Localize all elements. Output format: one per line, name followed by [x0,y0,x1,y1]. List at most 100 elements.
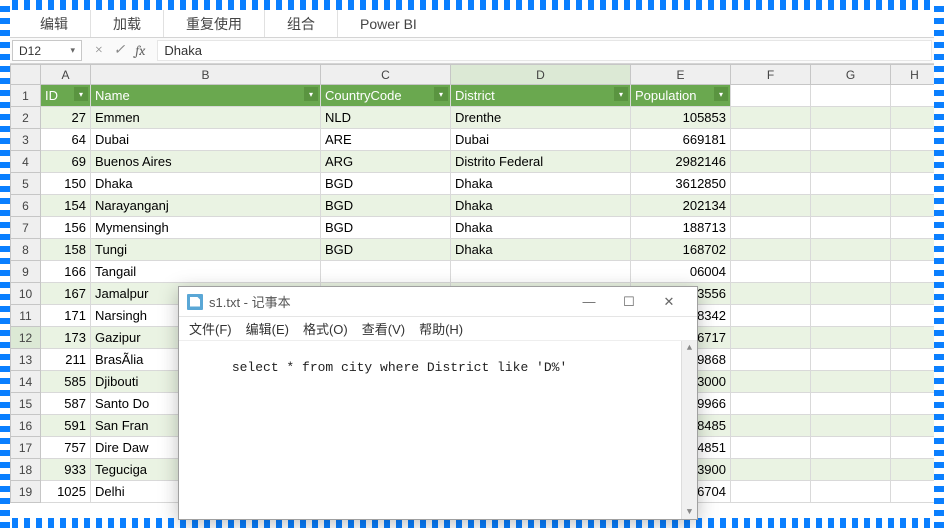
notepad-menu-4[interactable]: 帮助(H) [419,319,463,338]
cell-F8[interactable] [731,239,811,261]
row-header-19[interactable]: 19 [11,481,41,503]
row-header-5[interactable]: 5 [11,173,41,195]
cell-F3[interactable] [731,129,811,151]
cell-C2[interactable]: NLD [321,107,451,129]
cell-A2[interactable]: 27 [41,107,91,129]
cell-A12[interactable]: 173 [41,327,91,349]
cell-E2[interactable]: 105853 [631,107,731,129]
name-box-dropdown-icon[interactable]: ▾ [70,45,75,56]
cell-A3[interactable]: 64 [41,129,91,151]
formula-input[interactable] [157,40,932,61]
cell-H8[interactable] [891,239,935,261]
row-header-14[interactable]: 14 [11,371,41,393]
ribbon-group-1[interactable]: 加载 [91,10,164,37]
cell-H13[interactable] [891,349,935,371]
cell-F17[interactable] [731,437,811,459]
col-header-F[interactable]: F [731,65,811,85]
cell-G19[interactable] [811,481,891,503]
cell-H10[interactable] [891,283,935,305]
cell-H3[interactable] [891,129,935,151]
header-cell-G[interactable] [811,85,891,107]
cell-H9[interactable] [891,261,935,283]
cell-A17[interactable]: 757 [41,437,91,459]
filter-button-A[interactable]: ▾ [74,87,88,101]
filter-button-E[interactable]: ▾ [714,87,728,101]
fx-icon[interactable]: fx [135,42,145,59]
cell-F13[interactable] [731,349,811,371]
header-cell-A[interactable]: ID▾ [41,85,91,107]
notepad-menu-2[interactable]: 格式(O) [303,319,348,338]
cell-D2[interactable]: Drenthe [451,107,631,129]
row-header-12[interactable]: 12 [11,327,41,349]
maximize-button[interactable]: ☐ [609,288,649,316]
cell-H5[interactable] [891,173,935,195]
cell-A16[interactable]: 591 [41,415,91,437]
col-header-G[interactable]: G [811,65,891,85]
cell-F9[interactable] [731,261,811,283]
cell-B5[interactable]: Dhaka [91,173,321,195]
name-box[interactable]: D12 ▾ [12,40,82,61]
notepad-menu-1[interactable]: 编辑(E) [246,319,289,338]
header-cell-B[interactable]: Name▾ [91,85,321,107]
cell-F18[interactable] [731,459,811,481]
cell-A11[interactable]: 171 [41,305,91,327]
cell-G6[interactable] [811,195,891,217]
cell-G14[interactable] [811,371,891,393]
cell-F6[interactable] [731,195,811,217]
notepad-titlebar[interactable]: s1.txt - 记事本 — ☐ ✕ [179,287,697,317]
cell-G9[interactable] [811,261,891,283]
cell-F4[interactable] [731,151,811,173]
cell-H4[interactable] [891,151,935,173]
cell-B8[interactable]: Tungi [91,239,321,261]
cell-G3[interactable] [811,129,891,151]
select-all-corner[interactable] [11,65,41,85]
accept-formula-icon[interactable]: ✓ [113,42,125,59]
cell-D3[interactable]: Dubai [451,129,631,151]
col-header-D[interactable]: D [451,65,631,85]
cell-A18[interactable]: 933 [41,459,91,481]
filter-button-B[interactable]: ▾ [304,87,318,101]
header-cell-F[interactable] [731,85,811,107]
row-header-9[interactable]: 9 [11,261,41,283]
cell-G8[interactable] [811,239,891,261]
cell-D7[interactable]: Dhaka [451,217,631,239]
cell-G5[interactable] [811,173,891,195]
notepad-menu-0[interactable]: 文件(F) [189,319,232,338]
cell-G18[interactable] [811,459,891,481]
row-header-4[interactable]: 4 [11,151,41,173]
cell-H19[interactable] [891,481,935,503]
cell-A13[interactable]: 211 [41,349,91,371]
header-cell-H[interactable] [891,85,935,107]
cancel-formula-icon[interactable]: × [94,43,103,59]
cell-G11[interactable] [811,305,891,327]
col-header-A[interactable]: A [41,65,91,85]
notepad-window[interactable]: s1.txt - 记事本 — ☐ ✕ 文件(F)编辑(E)格式(O)查看(V)帮… [178,286,698,520]
cell-H16[interactable] [891,415,935,437]
ribbon-group-3[interactable]: 组合 [265,10,338,37]
cell-C5[interactable]: BGD [321,173,451,195]
cell-A10[interactable]: 167 [41,283,91,305]
cell-G2[interactable] [811,107,891,129]
row-header-15[interactable]: 15 [11,393,41,415]
cell-A7[interactable]: 156 [41,217,91,239]
cell-A14[interactable]: 585 [41,371,91,393]
row-header-13[interactable]: 13 [11,349,41,371]
cell-G4[interactable] [811,151,891,173]
cell-D6[interactable]: Dhaka [451,195,631,217]
col-header-H[interactable]: H [891,65,935,85]
cell-E4[interactable]: 2982146 [631,151,731,173]
row-header-2[interactable]: 2 [11,107,41,129]
cell-H17[interactable] [891,437,935,459]
cell-H15[interactable] [891,393,935,415]
cell-B9[interactable]: Tangail [91,261,321,283]
ribbon-group-4[interactable]: Power BI [338,10,439,37]
close-button[interactable]: ✕ [649,288,689,316]
row-header-3[interactable]: 3 [11,129,41,151]
notepad-text-area[interactable]: select * from city where District like '… [179,341,697,519]
cell-G13[interactable] [811,349,891,371]
cell-F2[interactable] [731,107,811,129]
cell-H7[interactable] [891,217,935,239]
ribbon-group-2[interactable]: 重复使用 [164,10,265,37]
header-cell-C[interactable]: CountryCode▾ [321,85,451,107]
col-header-E[interactable]: E [631,65,731,85]
